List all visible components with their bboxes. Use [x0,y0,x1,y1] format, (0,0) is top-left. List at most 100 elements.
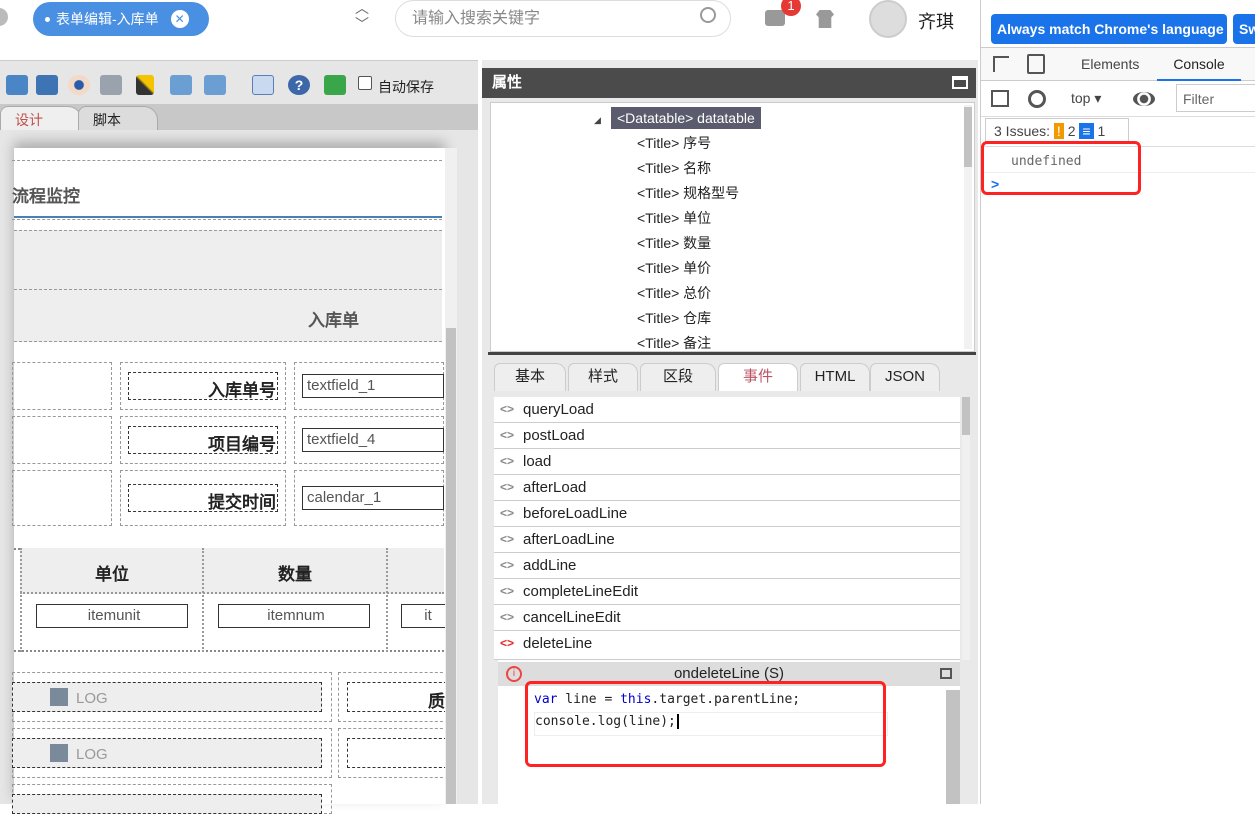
field-label-project-no: 项目编号 [208,435,276,454]
sidebar-toggle-icon[interactable] [991,90,1009,107]
tab-section[interactable]: 区段 [640,363,716,391]
tree-node[interactable]: <Title> 仓库 [637,307,711,329]
save-icon[interactable] [6,75,28,95]
tree-node[interactable]: <Title> 单位 [637,207,711,229]
field-project-no[interactable]: textfield_4 [302,428,444,452]
code-icon: <> [500,636,515,650]
event-item[interactable]: <> beforeLoadLine [494,501,960,527]
cell-itemunit[interactable]: itemunit [36,604,188,628]
code-icon: <> [500,402,515,416]
restore-window-icon[interactable] [940,668,952,679]
field-receipt-no[interactable]: textfield_1 [302,374,444,398]
code-icon: <> [500,480,515,494]
tab-script[interactable]: 脚本 [78,106,158,130]
partial-label: 质 [428,692,445,711]
clear-console-icon[interactable] [1028,90,1046,108]
component-tree: ◢ <Datatable> datatable <Title> 序号 <Titl… [490,102,975,352]
code-icon: <> [500,558,515,572]
event-item[interactable]: <> afterLoadLine [494,527,960,553]
log-label: LOG [76,690,108,707]
column-header-quantity: 数量 [278,565,312,584]
event-item[interactable]: <> postLoad [494,423,960,449]
event-item[interactable]: <> cancelLineEdit [494,605,960,631]
event-name: addLine [523,557,577,574]
skin-icon[interactable] [816,10,834,28]
code-icon: <> [500,532,515,546]
event-scrollbar[interactable] [962,397,970,660]
devtools-panel: Always match Chrome's language Switch El… [980,0,1255,804]
avatar[interactable] [869,0,907,38]
close-tab-icon[interactable]: ✕ [170,10,189,28]
tree-node[interactable]: <Title> 规格型号 [637,182,739,204]
form-canvas: 流程监控 入库单 入库单号 textfield_1 项目编号 textfield… [12,148,451,814]
filter-input[interactable]: Filter [1176,84,1255,112]
event-item[interactable]: <> addLine [494,553,960,579]
nav-back-icon[interactable] [0,8,8,26]
event-item[interactable]: <> queryLoad [494,397,960,423]
tab-basic[interactable]: 基本 [494,363,566,391]
tree-node[interactable]: <Title> 数量 [637,232,711,254]
layers-icon[interactable] [324,75,346,95]
code-icon: <> [500,584,515,598]
message-icon[interactable] [765,10,785,26]
section-title: 流程监控 [12,187,80,206]
tab-html[interactable]: HTML [800,363,870,391]
event-item-active[interactable]: <> deleteLine [494,631,960,660]
device-toolbar-icon[interactable] [1027,54,1045,74]
field-submit-time[interactable]: calendar_1 [302,486,444,510]
highlight-box-code [525,681,886,767]
magic-wand-icon[interactable] [136,75,154,95]
tab-elements[interactable]: Elements [1081,56,1139,72]
info-icon[interactable]: i [506,666,522,682]
maximize-icon[interactable] [952,76,968,89]
notification-badge: 1 [781,0,801,16]
editor-scrollbar[interactable] [946,690,960,804]
field-label-submit-time: 提交时间 [208,493,276,512]
event-item[interactable]: <> completeLineEdit [494,579,960,605]
event-name: postLoad [523,427,585,444]
search-input[interactable]: 请输入搜索关键字 [395,0,731,37]
tree-node[interactable]: <Title> 总价 [637,282,711,304]
tree-node[interactable]: <Title> 名称 [637,157,711,179]
tab-scroll-icon[interactable]: ︿ ﹀ [355,0,369,32]
log-icon [50,744,68,762]
print-icon[interactable] [100,75,122,95]
tree-scrollbar[interactable] [964,105,972,349]
canvas-scrollbar[interactable] [445,148,457,804]
tab-style[interactable]: 样式 [568,363,638,391]
always-match-language-button[interactable]: Always match Chrome's language [991,14,1227,44]
tab-events[interactable]: 事件 [718,363,798,391]
tab-console[interactable]: Console [1157,47,1241,81]
event-item[interactable]: <> load [494,449,960,475]
event-name: beforeLoadLine [523,505,628,522]
preview-icon[interactable] [68,75,90,95]
log-icon [50,688,68,706]
live-expression-icon[interactable] [1133,92,1155,106]
open-tab-form-edit[interactable]: 表单编辑-入库单 ✕ [33,2,209,36]
help-icon[interactable]: ? [288,75,310,95]
tree-node[interactable]: <Title> 单价 [637,257,711,279]
tab-json[interactable]: JSON [870,363,940,391]
tree-collapse-icon[interactable]: ◢ [594,115,601,126]
tab-design[interactable]: 设计 [0,106,82,130]
event-item[interactable]: <> afterLoad [494,475,960,501]
code-icon: <> [500,506,515,520]
switch-language-button[interactable]: Switch [1233,14,1255,44]
autosave-checkbox[interactable] [358,76,372,90]
tree-node[interactable]: <Title> 序号 [637,132,711,154]
tree-node[interactable]: <Title> 备注 [637,332,711,351]
cell-partial[interactable]: it [401,604,451,628]
list-icon[interactable] [252,75,274,95]
editor-tabs: 设计 脚本 [0,104,478,130]
context-select[interactable]: top ▾ [1071,90,1101,107]
inspect-element-icon[interactable] [993,56,1009,72]
highlight-box-console [981,141,1141,195]
user-name[interactable]: 齐琪 [918,8,954,34]
search-icon[interactable] [700,7,716,23]
import-icon[interactable] [170,75,192,95]
export-icon[interactable] [204,75,226,95]
event-name: queryLoad [523,401,594,418]
save-as-icon[interactable] [36,75,58,95]
cell-itemnum[interactable]: itemnum [218,604,370,628]
tree-node-datatable[interactable]: <Datatable> datatable [611,107,761,129]
